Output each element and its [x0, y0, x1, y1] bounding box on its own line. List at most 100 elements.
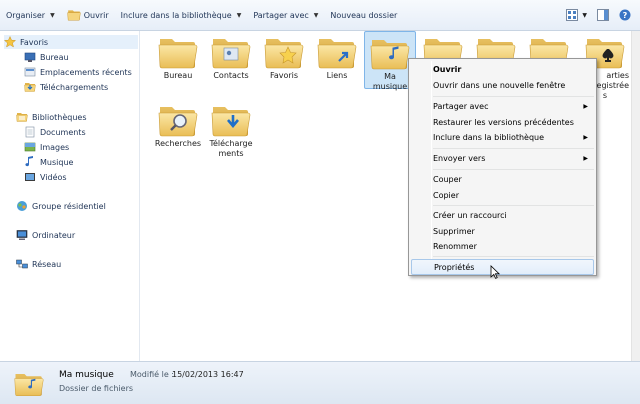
menu-item-label: Envoyer vers	[433, 153, 486, 163]
homegroup-icon	[17, 201, 27, 211]
menu-item-label: Copier	[433, 190, 459, 200]
details-modified-value: 15/02/2013 16:47	[172, 370, 244, 379]
include-library-label: Inclure dans la bibliothèque	[120, 10, 232, 20]
sidebar-item-label: Documents	[40, 127, 86, 137]
menu-item-properties[interactable]: Propriétés	[411, 259, 594, 275]
help-icon: ?	[619, 9, 631, 21]
star-icon	[4, 36, 16, 48]
details-pane: Ma musique Dossier de fichiers Modifié l…	[0, 361, 640, 404]
folder-bureau[interactable]: Bureau	[152, 33, 204, 81]
folder-label-line-1: Télécharge	[209, 139, 253, 148]
vertical-scrollbar[interactable]	[631, 31, 640, 361]
sidebar-item-label: Favoris	[20, 37, 49, 47]
sidebar-item-libraries[interactable]: Bibliothèques	[16, 110, 87, 124]
favorites-folder-icon	[264, 33, 304, 69]
images-icon	[24, 142, 36, 152]
folder-label: Favoris	[269, 71, 299, 80]
menu-item-label: Inclure dans la bibliothèque	[433, 132, 545, 142]
context-menu: Ouvrir Ouvrir dans une nouvelle fenêtre …	[408, 58, 597, 276]
sidebar-item-label: Ordinateur	[32, 230, 76, 240]
downloads-folder-icon	[211, 101, 251, 137]
menu-item-create-shortcut[interactable]: Créer un raccourci	[411, 207, 594, 223]
share-with-button[interactable]: Partager avec ▼	[247, 4, 324, 26]
menu-item-share-with[interactable]: Partager avec ▶	[411, 98, 594, 114]
sidebar-item-label: Bureau	[40, 52, 69, 62]
computer-icon	[16, 230, 28, 240]
chevron-down-icon: ▼	[50, 11, 55, 19]
menu-separator	[433, 205, 594, 206]
folder-label-line-2: ments	[218, 149, 244, 158]
menu-separator	[433, 148, 594, 149]
preview-pane-button[interactable]	[594, 5, 612, 25]
mouse-pointer-icon	[490, 265, 500, 279]
folder-label: Contacts	[213, 71, 249, 80]
folder-liens[interactable]: Liens	[311, 33, 363, 81]
details-item-name: Ma musique	[59, 370, 114, 380]
menu-item-label: Renommer	[433, 241, 477, 251]
svg-text:?: ?	[623, 11, 628, 20]
menu-item-rename[interactable]: Renommer	[411, 238, 594, 254]
sidebar-item-documents[interactable]: Documents	[24, 125, 86, 139]
sidebar-item-music[interactable]: Musique	[24, 155, 73, 169]
downloads-folder-icon	[24, 81, 36, 93]
sidebar-item-favorites[interactable]: Favoris	[4, 35, 138, 49]
sidebar-item-label: Vidéos	[40, 172, 67, 182]
sidebar-item-label: Musique	[40, 157, 74, 167]
libraries-icon	[16, 111, 28, 123]
search-folder-icon	[158, 101, 198, 137]
chevron-down-icon: ▼	[236, 11, 242, 19]
organize-button[interactable]: Organiser ▼	[0, 4, 61, 26]
sidebar-item-downloads[interactable]: Téléchargements	[24, 80, 108, 94]
network-icon	[16, 259, 28, 269]
menu-item-label: Propriétés	[434, 262, 475, 272]
sidebar-item-recent[interactable]: Emplacements récents	[24, 65, 132, 79]
preview-pane-icon	[597, 9, 609, 21]
links-folder-icon	[317, 33, 357, 69]
sidebar-item-computer[interactable]: Ordinateur	[16, 228, 75, 242]
new-folder-button[interactable]: Nouveau dossier	[324, 4, 403, 26]
recent-places-icon	[24, 67, 36, 77]
menu-separator	[433, 169, 594, 170]
sidebar-item-label: Bibliothèques	[32, 112, 87, 122]
sidebar-item-desktop[interactable]: Bureau	[24, 50, 69, 64]
new-folder-label: Nouveau dossier	[330, 10, 398, 20]
chevron-down-icon: ▼	[313, 11, 319, 19]
folder-recherches[interactable]: Recherches	[152, 101, 204, 149]
menu-item-copy[interactable]: Copier	[411, 187, 594, 203]
sidebar-item-images[interactable]: Images	[24, 140, 69, 154]
details-modified-label: Modifié le :	[130, 370, 174, 379]
submenu-arrow-icon: ▶	[583, 133, 588, 141]
open-label: Ouvrir	[83, 10, 109, 20]
menu-item-restore-versions[interactable]: Restaurer les versions précédentes	[411, 114, 594, 130]
menu-item-open[interactable]: Ouvrir	[411, 61, 594, 77]
folder-label: Recherches	[154, 139, 202, 148]
open-button[interactable]: Ouvrir	[61, 4, 115, 26]
menu-item-label: Ouvrir dans une nouvelle fenêtre	[433, 80, 566, 90]
sidebar-item-network[interactable]: Réseau	[16, 257, 61, 271]
menu-item-open-new-window[interactable]: Ouvrir dans une nouvelle fenêtre	[411, 77, 594, 93]
menu-item-cut[interactable]: Couper	[411, 171, 594, 187]
contacts-folder-icon	[211, 33, 251, 69]
help-button[interactable]: ?	[616, 5, 634, 25]
sidebar-item-label: Réseau	[32, 259, 62, 269]
menu-item-label: Créer un raccourci	[433, 210, 507, 220]
folder-contacts[interactable]: Contacts	[205, 33, 257, 81]
sidebar-item-videos[interactable]: Vidéos	[24, 170, 67, 184]
folder-label: Liens	[326, 71, 348, 80]
menu-item-include-library[interactable]: Inclure dans la bibliothèque ▶	[411, 129, 594, 145]
menu-item-label: Ouvrir	[433, 64, 462, 74]
view-grid-icon	[566, 9, 579, 21]
menu-item-label: Partager avec	[433, 101, 489, 111]
menu-separator	[433, 256, 594, 257]
video-icon	[25, 173, 35, 181]
menu-item-delete[interactable]: Supprimer	[411, 223, 594, 239]
menu-item-send-to[interactable]: Envoyer vers ▶	[411, 150, 594, 166]
menu-item-label: Couper	[433, 174, 462, 184]
menu-item-label: Supprimer	[433, 226, 475, 236]
folder-favoris[interactable]: Favoris	[258, 33, 310, 81]
include-library-button[interactable]: Inclure dans la bibliothèque ▼	[115, 4, 248, 26]
view-options-button[interactable]: ▼	[563, 5, 590, 25]
menu-separator	[433, 96, 594, 97]
sidebar-item-homegroup[interactable]: Groupe résidentiel	[16, 199, 106, 213]
folder-telechargements[interactable]: Télécharge ments	[205, 101, 257, 159]
